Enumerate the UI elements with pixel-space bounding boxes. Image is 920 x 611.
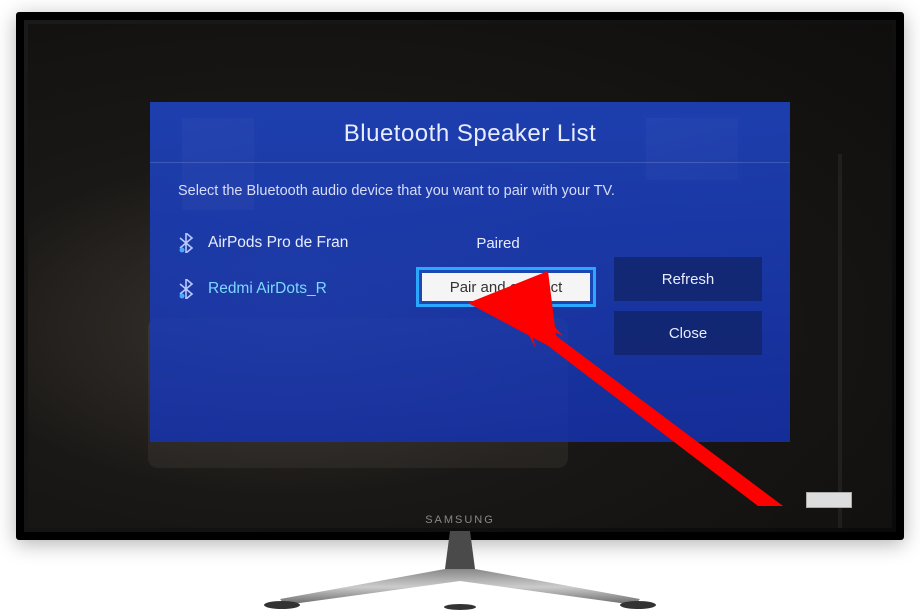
panel-instruction: Select the Bluetooth audio device that y… (150, 163, 790, 221)
tv-sticker (806, 492, 852, 508)
device-status: Paired (418, 235, 578, 252)
pair-and-connect-button[interactable]: Pair and connect (422, 273, 590, 301)
refresh-button[interactable]: Refresh (614, 257, 762, 301)
close-button[interactable]: Close (614, 311, 762, 355)
tv-brand-label: SAMSUNG (425, 514, 495, 526)
bluetooth-speaker-panel: Bluetooth Speaker List Select the Blueto… (150, 102, 790, 442)
tv-screen: Bluetooth Speaker List Select the Blueto… (28, 24, 892, 528)
tv-stand (240, 531, 680, 611)
device-name: AirPods Pro de Fran (208, 234, 418, 252)
pair-connect-highlight: Pair and connect (416, 267, 596, 307)
panel-title: Bluetooth Speaker List (150, 102, 790, 163)
device-name: Redmi AirDots_R (208, 280, 418, 298)
bluetooth-icon (178, 233, 194, 253)
tv-frame: Bluetooth Speaker List Select the Blueto… (16, 12, 904, 540)
bluetooth-icon (178, 279, 194, 299)
